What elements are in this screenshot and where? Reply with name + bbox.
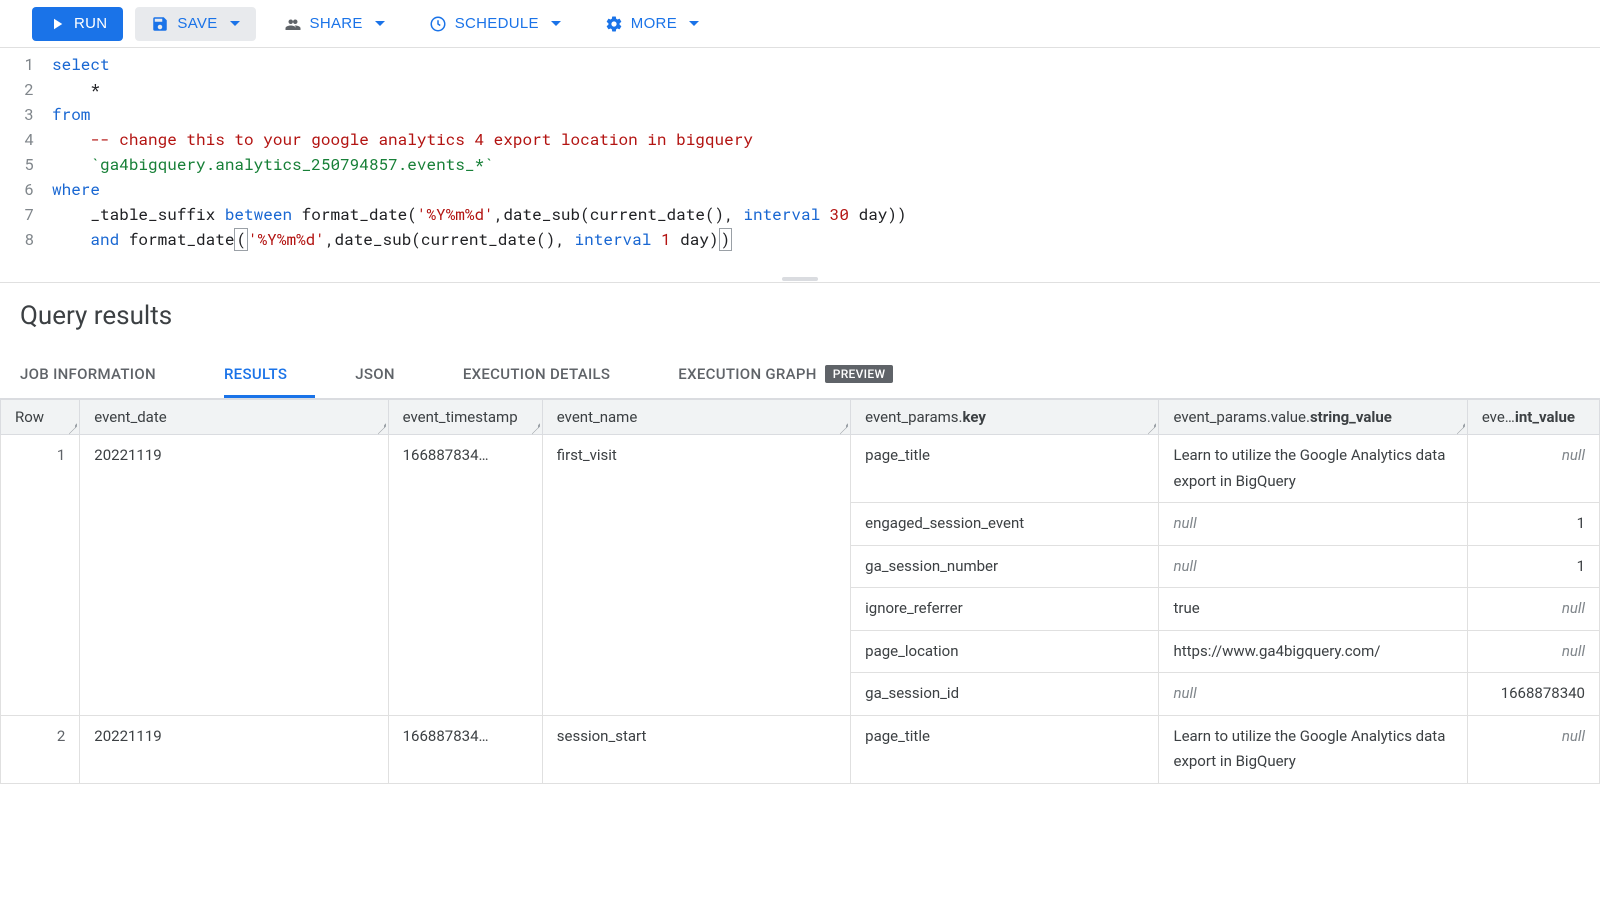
cell-param-key: page_title xyxy=(851,435,1159,503)
cell-string-value: Learn to utilize the Google Analytics da… xyxy=(1159,715,1467,783)
resize-handle[interactable] xyxy=(1457,424,1465,432)
chevron-down-icon xyxy=(551,21,561,26)
chevron-down-icon xyxy=(689,21,699,26)
cell-int-value: null xyxy=(1467,715,1599,783)
results-tabs: JOB INFORMATION RESULTS JSON EXECUTION D… xyxy=(0,353,1600,399)
cell-int-value: 1668878340 xyxy=(1467,673,1599,716)
cell-event-timestamp: 166887834… xyxy=(388,715,542,783)
share-label: SHARE xyxy=(310,15,363,32)
resize-handle[interactable] xyxy=(378,424,386,432)
save-label: SAVE xyxy=(177,15,217,32)
cell-int-value: 1 xyxy=(1467,503,1599,546)
schedule-button[interactable]: SCHEDULE xyxy=(413,7,577,41)
share-icon xyxy=(284,15,302,33)
cell-param-key: ga_session_number xyxy=(851,545,1159,588)
results-grid[interactable]: Row event_date event_timestamp event_nam… xyxy=(0,399,1600,784)
col-row[interactable]: Row xyxy=(1,400,80,435)
cell-int-value: null xyxy=(1467,435,1599,503)
preview-badge: PREVIEW xyxy=(825,365,894,383)
col-event-params-string-value[interactable]: event_params.value.string_value xyxy=(1159,400,1467,435)
col-event-params-int-value[interactable]: eve…int_value xyxy=(1467,400,1599,435)
more-button[interactable]: MORE xyxy=(589,7,715,41)
cell-event-date: 20221119 xyxy=(80,715,388,783)
share-button[interactable]: SHARE xyxy=(268,7,401,41)
cell-int-value: null xyxy=(1467,588,1599,631)
code-area[interactable]: select * from -- change this to your goo… xyxy=(52,52,1600,252)
results-title: Query results xyxy=(0,283,1600,353)
chevron-down-icon xyxy=(375,21,385,26)
clock-icon xyxy=(429,15,447,33)
header-row: Row event_date event_timestamp event_nam… xyxy=(1,400,1600,435)
cell-event-date: 20221119 xyxy=(80,435,388,716)
tab-execution-details[interactable]: EXECUTION DETAILS xyxy=(463,353,638,398)
cell-event-name: session_start xyxy=(542,715,850,783)
cell-row-num: 2 xyxy=(1,715,80,783)
cell-string-value: Learn to utilize the Google Analytics da… xyxy=(1159,435,1467,503)
table-row: 220221119166887834…session_startpage_tit… xyxy=(1,715,1600,783)
cell-param-key: ignore_referrer xyxy=(851,588,1159,631)
play-icon xyxy=(48,15,66,33)
cell-event-name: first_visit xyxy=(542,435,850,716)
line-gutter: 1 2 3 4 5 6 7 8 xyxy=(0,52,52,252)
cell-param-key: engaged_session_event xyxy=(851,503,1159,546)
chevron-down-icon xyxy=(230,21,240,26)
tab-job-information[interactable]: JOB INFORMATION xyxy=(20,353,184,398)
cell-string-value: null xyxy=(1159,503,1467,546)
cell-string-value: true xyxy=(1159,588,1467,631)
cell-string-value: null xyxy=(1159,545,1467,588)
toolbar: RUN SAVE SHARE SCHEDULE MORE xyxy=(0,0,1600,48)
col-event-name[interactable]: event_name xyxy=(542,400,850,435)
cell-param-key: ga_session_id xyxy=(851,673,1159,716)
cell-param-key: page_title xyxy=(851,715,1159,783)
cell-int-value: null xyxy=(1467,630,1599,673)
cell-string-value: https://www.ga4bigquery.com/ xyxy=(1159,630,1467,673)
pane-resize-handle[interactable] xyxy=(0,275,1600,283)
sql-editor[interactable]: 1 2 3 4 5 6 7 8 select * from -- change … xyxy=(0,48,1600,283)
resize-handle[interactable] xyxy=(1148,424,1156,432)
schedule-label: SCHEDULE xyxy=(455,15,539,32)
resize-handle[interactable] xyxy=(532,424,540,432)
table-row: 120221119166887834…first_visitpage_title… xyxy=(1,435,1600,503)
save-button[interactable]: SAVE xyxy=(135,7,255,41)
cell-row-num: 1 xyxy=(1,435,80,716)
cell-param-key: page_location xyxy=(851,630,1159,673)
tab-execution-graph[interactable]: EXECUTION GRAPH PREVIEW xyxy=(678,353,921,398)
col-event-params-key[interactable]: event_params.key xyxy=(851,400,1159,435)
resize-handle[interactable] xyxy=(69,424,77,432)
col-event-date[interactable]: event_date xyxy=(80,400,388,435)
run-button[interactable]: RUN xyxy=(32,7,123,41)
run-label: RUN xyxy=(74,15,107,32)
more-label: MORE xyxy=(631,15,677,32)
tab-results[interactable]: RESULTS xyxy=(224,353,315,398)
col-event-timestamp[interactable]: event_timestamp xyxy=(388,400,542,435)
cell-int-value: 1 xyxy=(1467,545,1599,588)
cell-string-value: null xyxy=(1159,673,1467,716)
cell-event-timestamp: 166887834… xyxy=(388,435,542,716)
gear-icon xyxy=(605,15,623,33)
resize-handle[interactable] xyxy=(840,424,848,432)
tab-json[interactable]: JSON xyxy=(355,353,423,398)
save-icon xyxy=(151,15,169,33)
